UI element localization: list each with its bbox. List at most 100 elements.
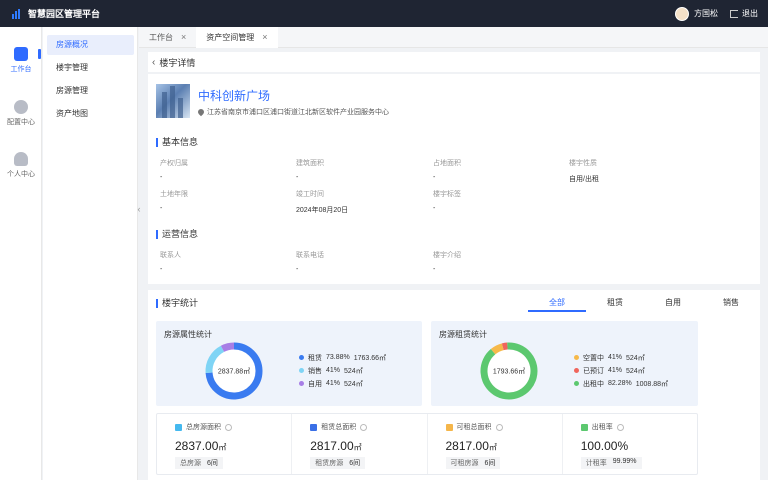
- legend-item: 自用 41% 524㎡: [299, 377, 386, 390]
- stat-color-chip: [310, 423, 318, 431]
- donut-center-value: 2837.88㎡: [218, 368, 250, 376]
- lease-donut-chart: 1793.66㎡: [480, 342, 538, 400]
- field-ownership: 产权归属 -: [160, 160, 188, 181]
- field-building-tags: 楼宇标签 -: [433, 191, 461, 212]
- rail-item-profile[interactable]: 个人中心: [0, 152, 42, 179]
- lease-stats-card: 房源租赁统计 1793.66㎡ 空置中 41% 524㎡ 已预订 41% 524…: [431, 321, 698, 406]
- stat-rentable-area: 可租总面积 2817.00㎡ 可租房源 6间: [428, 414, 563, 474]
- stat-lease-area: 租赁总面积 2817.00㎡ 租赁房源 6间: [292, 414, 428, 474]
- field-intro: 楼宇介绍 -: [433, 252, 461, 273]
- tab-asset-space[interactable]: 资产空间管理 ×: [196, 27, 278, 48]
- property-donut-chart: 2837.88㎡: [205, 342, 263, 400]
- logout-icon: [730, 9, 738, 18]
- logo-icon: [12, 8, 22, 19]
- info-icon[interactable]: [225, 423, 232, 431]
- legend-dot: [574, 355, 579, 360]
- menu-item-building[interactable]: 楼宇管理: [47, 58, 134, 78]
- legend-item: 销售 41% 524㎡: [299, 364, 386, 377]
- card-title: 房源属性统计: [164, 330, 212, 339]
- rail-label: 工作台: [10, 66, 32, 73]
- close-icon[interactable]: ×: [262, 27, 267, 48]
- menu-item-overview[interactable]: 房源概况: [47, 35, 134, 55]
- collapse-menu-icon[interactable]: ‹: [134, 204, 144, 218]
- donut-center-value: 1793.66㎡: [493, 368, 525, 376]
- section-title-stats: 楼宇统计: [156, 299, 198, 308]
- filter-sale[interactable]: 销售: [702, 296, 760, 312]
- field-building-nature: 楼宇性质 自用/出租: [569, 160, 599, 183]
- stats-filter-tabs: 全部 租赁 自用 销售: [528, 296, 760, 312]
- avatar: [675, 6, 689, 21]
- app-title: 智慧园区管理平台: [28, 9, 101, 19]
- rail-label: 个人中心: [7, 171, 35, 178]
- filter-lease[interactable]: 租赁: [586, 296, 644, 312]
- filter-self-use[interactable]: 自用: [644, 296, 702, 312]
- legend-item: 已预订 41% 524㎡: [574, 364, 668, 377]
- logout-button[interactable]: 退出: [730, 8, 758, 19]
- field-land-area: 占地面积 -: [433, 160, 461, 181]
- tab-bar: 工作台 × 资产空间管理 ×: [139, 27, 768, 48]
- user-menu[interactable]: 方国松: [675, 6, 718, 21]
- info-icon[interactable]: [495, 423, 503, 431]
- legend-dot: [299, 355, 304, 360]
- stat-total-area: 总房源面积 2837.00㎡ 总房源 6间: [157, 414, 293, 474]
- logout-label: 退出: [742, 9, 758, 18]
- stat-occupancy-rate: 出租率 100.00% 计租率 99.99%: [563, 414, 697, 474]
- card-title: 房源租赁统计: [439, 330, 487, 339]
- field-phone: 联系电话 -: [296, 252, 324, 273]
- legend-item: 租赁 73.88% 1763.66㎡: [299, 351, 386, 364]
- field-contact: 联系人 -: [160, 252, 181, 273]
- legend-dot: [299, 381, 304, 386]
- settings-icon: [14, 100, 28, 114]
- donut-segment-2: [220, 342, 235, 353]
- top-bar: 智慧园区管理平台 方国松 退出: [0, 0, 768, 27]
- legend-item: 空置中 41% 524㎡: [574, 351, 668, 364]
- stat-value: 2817.00: [310, 439, 354, 453]
- person-icon: [14, 152, 28, 166]
- lease-legend: 空置中 41% 524㎡ 已预订 41% 524㎡ 出租中 82.28% 100…: [574, 351, 668, 390]
- rail-item-workbench[interactable]: 工作台: [0, 47, 42, 74]
- side-menu: 房源概况 楼宇管理 房源管理 资产地图: [43, 27, 138, 480]
- icon-rail: 工作台 配置中心 个人中心: [0, 27, 42, 480]
- info-icon[interactable]: [616, 423, 624, 431]
- donut-segment-1: [501, 342, 508, 351]
- cube-icon: [14, 47, 28, 61]
- address-text: 江苏省南京市浦口区浦口街道江北新区软件产业园服务中心: [207, 109, 389, 116]
- stat-value: 2817.00: [445, 439, 489, 453]
- tab-workbench[interactable]: 工作台 ×: [139, 27, 196, 48]
- field-building-area: 建筑面积 -: [296, 160, 324, 181]
- building-info-panel: 中科创新广场 江苏省南京市浦口区浦口街道江北新区软件产业园服务中心 基本信息 产…: [148, 74, 760, 284]
- stat-color-chip: [580, 423, 588, 431]
- info-icon[interactable]: [360, 423, 368, 431]
- tab-label: 工作台: [149, 33, 173, 42]
- filter-all[interactable]: 全部: [528, 296, 586, 312]
- stat-value: 2837.00: [175, 439, 219, 453]
- legend-dot: [574, 368, 579, 373]
- legend-dot: [574, 381, 579, 386]
- menu-item-asset-map[interactable]: 资产地图: [47, 104, 134, 124]
- summary-stats: 总房源面积 2837.00㎡ 总房源 6间 租赁总面积 2817.00㎡ 租赁房源…: [156, 413, 698, 475]
- user-name: 方国松: [694, 9, 718, 18]
- field-completion-date: 竣工时间 2024年08月20日: [296, 191, 349, 214]
- stat-color-chip: [175, 423, 182, 431]
- rail-item-config[interactable]: 配置中心: [0, 100, 42, 127]
- legend-dot: [299, 368, 304, 373]
- stat-color-chip: [445, 423, 453, 431]
- property-legend: 租赁 73.88% 1763.66㎡ 销售 41% 524㎡ 自用 41% 52…: [299, 351, 386, 390]
- page-title: 楼宇详情: [159, 57, 196, 68]
- back-icon[interactable]: ‹: [152, 57, 155, 68]
- section-title-basic: 基本信息: [156, 138, 198, 147]
- location-pin-icon: [196, 107, 206, 117]
- legend-item: 出租中 82.28% 1008.88㎡: [574, 377, 668, 390]
- property-attr-card: 房源属性统计 2837.88㎡ 租赁 73.88% 1763.66㎡ 销售 41…: [156, 321, 422, 406]
- field-land-term: 土地年限 -: [160, 191, 188, 212]
- stat-value: 100.00%: [580, 439, 629, 453]
- building-stats-panel: 楼宇统计 全部 租赁 自用 销售 房源属性统计 2837.88㎡ 租赁 73.8…: [148, 290, 760, 480]
- close-icon[interactable]: ×: [181, 27, 186, 48]
- breadcrumb: ‹ 楼宇详情: [148, 52, 760, 72]
- rail-label: 配置中心: [7, 119, 35, 126]
- building-address: 江苏省南京市浦口区浦口街道江北新区软件产业园服务中心: [196, 107, 389, 117]
- section-title-ops: 运营信息: [156, 230, 198, 239]
- menu-item-rooms[interactable]: 房源管理: [47, 81, 134, 101]
- tab-label: 资产空间管理: [206, 33, 255, 42]
- building-photo: [156, 84, 190, 118]
